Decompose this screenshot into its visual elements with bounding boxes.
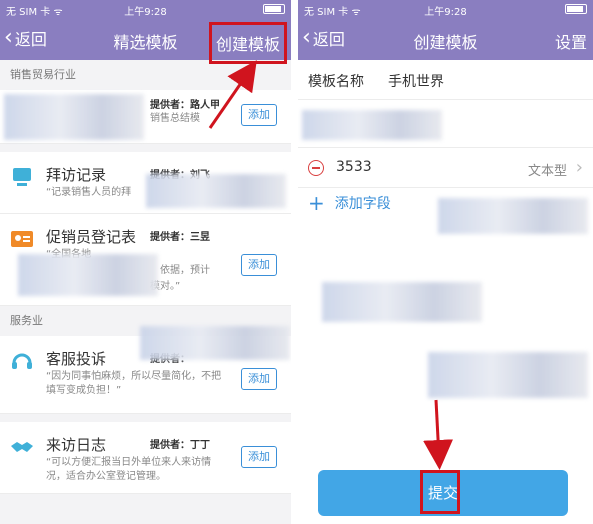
template-name-input[interactable]: 手机世界	[388, 71, 444, 91]
back-label: 返回	[312, 30, 345, 49]
settings-button[interactable]: 设置	[555, 29, 587, 53]
add-button[interactable]: 添加	[241, 368, 277, 390]
nav-bar: ‹ 返回 精选模板 创建模板	[0, 18, 291, 64]
status-time: 上午9:28	[124, 7, 167, 18]
item-desc: “因为同事怕麻烦，所以尽量简化，不把填写变成负担！”	[46, 371, 222, 396]
add-field-button[interactable]: + 添加字段	[308, 193, 391, 213]
right-screen: 无 SIM 卡 ᯤ 上午9:28 ‹ 返回 创建模板 设置 模板名称 手机世界 …	[298, 0, 593, 524]
chevron-left-icon: ‹	[302, 25, 311, 50]
item-provider: 提供者：路人甲	[150, 100, 220, 111]
item-desc: “可以方便汇报当日外单位来人来访情况，适合办公室登记管理。	[46, 457, 212, 482]
blurred-region	[322, 282, 482, 322]
blurred-region	[18, 254, 158, 296]
template-name-row[interactable]: 模板名称 手机世界	[298, 60, 593, 100]
blurred-region	[4, 94, 144, 140]
field-row[interactable]: 3533 文本型 ›	[298, 148, 593, 188]
headset-icon	[12, 353, 32, 369]
template-name-label: 模板名称	[308, 74, 364, 90]
item-name: 来访日志	[46, 436, 107, 454]
blurred-region	[302, 110, 442, 140]
item-desc-2: 依据，预计	[160, 265, 210, 276]
back-button[interactable]: ‹ 返回	[302, 26, 345, 50]
add-button[interactable]: 添加	[241, 104, 277, 126]
item-provider: 提供者：丁丁	[150, 440, 210, 451]
blurred-region	[146, 174, 286, 208]
status-time: 上午9:28	[424, 7, 467, 18]
section-header-sales: 销售贸易行业	[0, 60, 291, 90]
handshake-icon	[11, 442, 33, 452]
item-name: 拜访记录	[46, 166, 107, 184]
back-button[interactable]: ‹ 返回	[4, 26, 47, 50]
nav-bar: ‹ 返回 创建模板 设置	[298, 18, 593, 60]
create-template-button[interactable]: 创建模板	[208, 22, 287, 64]
blurred-region	[438, 198, 588, 234]
add-button[interactable]: 添加	[241, 254, 277, 276]
add-button[interactable]: 添加	[241, 446, 277, 468]
submit-highlight-box	[420, 470, 460, 514]
chevron-left-icon: ‹	[4, 25, 13, 50]
list-item[interactable]: 拜访记录 提供者：刘飞 “记录销售人员的拜	[0, 152, 291, 214]
spacer	[0, 144, 291, 152]
remove-field-icon[interactable]	[308, 160, 324, 176]
item-desc: 销售总结模	[150, 113, 200, 124]
item-desc-3: 模对。”	[150, 281, 181, 292]
back-label: 返回	[14, 30, 47, 49]
item-name: 促销员登记表	[46, 228, 137, 246]
status-bar: 无 SIM 卡 ᯤ 上午9:28	[0, 0, 291, 18]
blurred-row	[298, 100, 593, 148]
list-item[interactable]: 来访日志 提供者：丁丁 “可以方便汇报当日外单位来人来访情况，适合办公室登记管理…	[0, 414, 291, 494]
battery-icon	[263, 4, 285, 14]
list-item[interactable]: 促销员登记表 提供者：三昱 “全国各地 依据，预计 模对。” 添加	[0, 214, 291, 306]
blurred-region	[140, 326, 290, 360]
add-field-label: 添加字段	[334, 196, 391, 212]
field-name[interactable]: 3533	[336, 159, 372, 175]
field-type[interactable]: 文本型	[528, 160, 567, 179]
item-provider: 提供者：三昱	[150, 232, 210, 243]
id-card-icon	[11, 231, 33, 247]
left-screen: 无 SIM 卡 ᯤ 上午9:28 ‹ 返回 精选模板 创建模板 销售贸易行业 提…	[0, 0, 291, 524]
blurred-region	[428, 352, 588, 398]
chevron-right-icon: ›	[575, 157, 583, 178]
list-item[interactable]: 提供者：路人甲 销售总结模 添加	[0, 90, 291, 144]
item-name: 客服投诉	[46, 350, 107, 368]
plus-icon: +	[308, 191, 325, 215]
battery-icon	[565, 4, 587, 14]
monitor-icon	[13, 168, 31, 186]
list-item[interactable]: 客服投诉 提供者： “因为同事怕麻烦，所以尽量简化，不把填写变成负担！” 添加	[0, 326, 291, 414]
status-bar: 无 SIM 卡 ᯤ 上午9:28	[298, 0, 593, 18]
